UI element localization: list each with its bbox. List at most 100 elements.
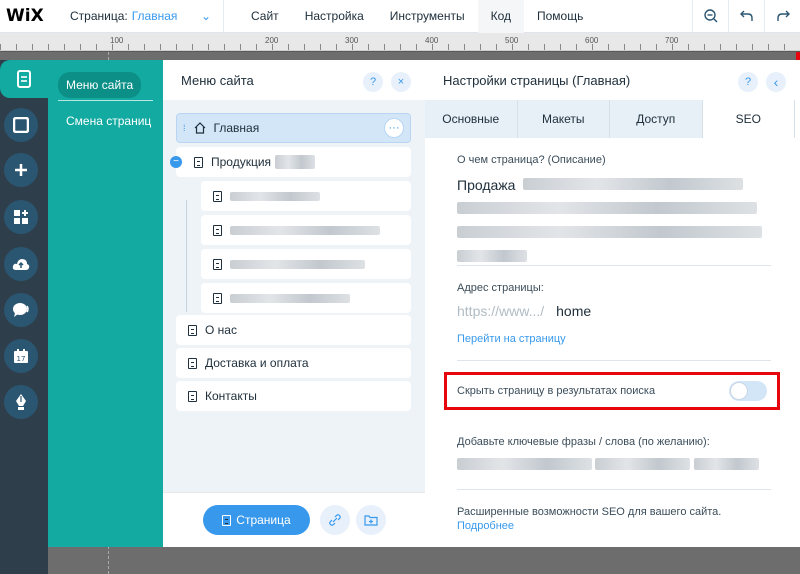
page-item-products[interactable]: − Продукция bbox=[170, 147, 411, 177]
blurred-text bbox=[230, 191, 320, 201]
scrollbar[interactable] bbox=[795, 60, 800, 547]
svg-text:17: 17 bbox=[17, 355, 26, 363]
more-options-icon[interactable]: ··· bbox=[384, 118, 404, 138]
page-icon bbox=[188, 357, 197, 369]
site-menu-nav: Меню сайта Смена страниц bbox=[48, 60, 163, 547]
nav-site-menu[interactable]: Меню сайта bbox=[58, 72, 142, 98]
blurred-text bbox=[275, 155, 316, 169]
add-page-button[interactable]: Страница bbox=[203, 505, 310, 535]
background-icon[interactable] bbox=[4, 108, 38, 142]
tab-seo[interactable]: SEO bbox=[702, 100, 795, 138]
description-label: О чем страница? (Описание) bbox=[457, 154, 606, 166]
blurred-text bbox=[693, 458, 759, 470]
add-link-icon[interactable] bbox=[320, 505, 350, 535]
page-item-label: Контакты bbox=[205, 389, 257, 403]
undo-icon[interactable] bbox=[728, 0, 764, 33]
page-icon bbox=[213, 292, 222, 304]
horizontal-ruler: 100 200 300 400 500 600 700 bbox=[0, 33, 800, 51]
blurred-text bbox=[457, 202, 757, 214]
left-toolbar: 17 bbox=[0, 60, 48, 574]
pages-panel: Меню сайта ? × ⁞ Главная ··· − Продукция… bbox=[163, 60, 425, 547]
hide-from-search-toggle[interactable] bbox=[729, 381, 767, 401]
blurred-text bbox=[230, 225, 380, 235]
pages-panel-title: Меню сайта bbox=[181, 72, 254, 88]
collapse-icon[interactable]: − bbox=[170, 156, 182, 168]
divider bbox=[457, 265, 771, 266]
tree-line bbox=[186, 200, 187, 312]
description-field[interactable]: Продажа bbox=[457, 175, 767, 267]
add-folder-icon[interactable] bbox=[356, 505, 386, 535]
pages-panel-footer: Страница bbox=[163, 492, 425, 547]
menu-code[interactable]: Код bbox=[477, 0, 524, 33]
top-bar: WiX Страница: Главная ⌄ Сайт Настройка И… bbox=[0, 0, 800, 33]
scroll-marker bbox=[796, 52, 800, 60]
page-icon bbox=[213, 224, 222, 236]
page-selector-label: Страница: bbox=[70, 9, 128, 23]
nav-page-transitions[interactable]: Смена страниц bbox=[58, 108, 159, 134]
redo-icon[interactable] bbox=[764, 0, 800, 33]
hide-from-search-row: Скрыть страницу в результатах поиска bbox=[444, 372, 780, 410]
tab-basic[interactable]: Основные bbox=[425, 100, 518, 138]
page-item-label: Главная bbox=[213, 121, 260, 135]
go-to-page-link[interactable]: Перейти на страницу bbox=[457, 333, 566, 345]
menu-help[interactable]: Помощь bbox=[524, 0, 596, 33]
blurred-text bbox=[230, 259, 365, 269]
blurred-text bbox=[523, 178, 744, 190]
pages-menu-icon[interactable] bbox=[0, 60, 48, 98]
settings-tabs: Основные Макеты Доступ SEO bbox=[425, 100, 795, 138]
address-label: Адрес страницы: bbox=[457, 282, 544, 294]
add-page-label: Страница bbox=[236, 513, 291, 527]
upload-icon[interactable] bbox=[4, 247, 38, 281]
keywords-label: Добавьте ключевые фразы / слова (по жела… bbox=[457, 436, 710, 448]
tab-layouts[interactable]: Макеты bbox=[518, 100, 610, 138]
chat-icon[interactable] bbox=[4, 293, 38, 327]
home-icon bbox=[194, 122, 205, 134]
chevron-down-icon: ⌄ bbox=[200, 9, 211, 23]
page-icon bbox=[194, 156, 203, 168]
subpage-item[interactable] bbox=[201, 215, 411, 245]
page-settings-panel: Настройки страницы (Главная) ? ‹ Основны… bbox=[425, 60, 795, 547]
keywords-field[interactable] bbox=[457, 458, 769, 472]
wix-logo: WiX bbox=[6, 6, 44, 26]
page-item-label: Продукция bbox=[211, 155, 272, 169]
page-item-label: О нас bbox=[205, 323, 237, 337]
advanced-seo-text: Расширенные возможности SEO для вашего с… bbox=[457, 506, 722, 518]
pen-icon[interactable] bbox=[4, 385, 38, 419]
menu-settings[interactable]: Настройка bbox=[292, 0, 377, 33]
pages-panel-header: Меню сайта bbox=[163, 60, 425, 100]
more-link[interactable]: Подробнее bbox=[457, 520, 514, 532]
page-item-home[interactable]: ⁞ Главная ··· bbox=[176, 113, 411, 143]
blurred-text bbox=[457, 250, 527, 262]
url-prefix: https://www.../ bbox=[457, 303, 545, 319]
top-menu: Сайт Настройка Инструменты Код Помощь bbox=[224, 0, 596, 33]
blurred-text bbox=[457, 458, 592, 470]
page-item-about[interactable]: О нас bbox=[176, 315, 411, 345]
page-selector-value: Главная bbox=[131, 9, 178, 23]
menu-site[interactable]: Сайт bbox=[238, 0, 292, 33]
tab-permissions[interactable]: Доступ bbox=[610, 100, 703, 138]
page-selector[interactable]: Страница: Главная ⌄ bbox=[58, 0, 224, 33]
page-icon bbox=[213, 190, 222, 202]
url-field[interactable]: https://www.../ home bbox=[457, 303, 591, 319]
page-item-delivery[interactable]: Доставка и оплата bbox=[176, 348, 411, 378]
help-icon[interactable]: ? bbox=[363, 72, 383, 92]
back-icon[interactable]: ‹ bbox=[766, 72, 786, 92]
subpage-item[interactable] bbox=[201, 249, 411, 279]
subpage-item[interactable] bbox=[201, 181, 411, 211]
settings-help-icon[interactable]: ? bbox=[738, 72, 758, 92]
url-slug: home bbox=[556, 303, 592, 319]
blurred-text bbox=[595, 458, 691, 470]
page-icon bbox=[188, 390, 197, 402]
settings-title: Настройки страницы (Главная) bbox=[443, 72, 631, 88]
description-value: Продажа bbox=[457, 177, 516, 193]
apps-icon[interactable] bbox=[4, 200, 38, 234]
toggle-knob bbox=[730, 382, 748, 400]
calendar-icon[interactable]: 17 bbox=[4, 339, 38, 373]
close-icon[interactable]: × bbox=[391, 72, 411, 92]
menu-tools[interactable]: Инструменты bbox=[377, 0, 478, 33]
add-icon[interactable] bbox=[4, 153, 38, 187]
subpage-item[interactable] bbox=[201, 283, 411, 313]
page-item-contacts[interactable]: Контакты bbox=[176, 381, 411, 411]
drag-handle-icon[interactable]: ⁞ bbox=[183, 123, 186, 133]
zoom-out-icon[interactable] bbox=[692, 0, 728, 33]
